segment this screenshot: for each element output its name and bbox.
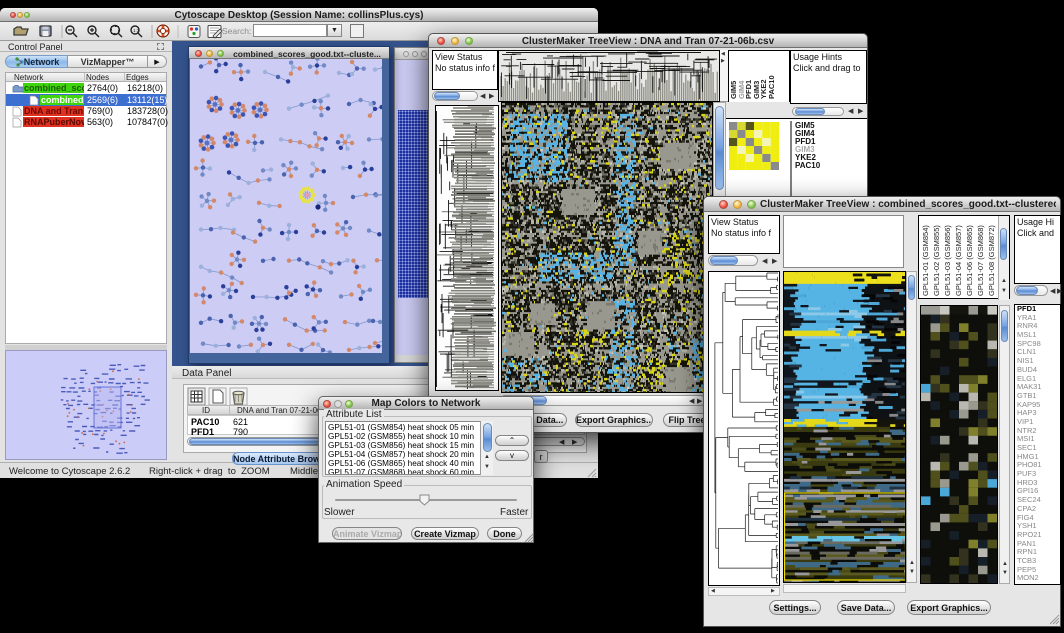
svg-text:Search:: Search: [222, 26, 251, 36]
svg-text:1:1: 1:1 [133, 28, 140, 33]
